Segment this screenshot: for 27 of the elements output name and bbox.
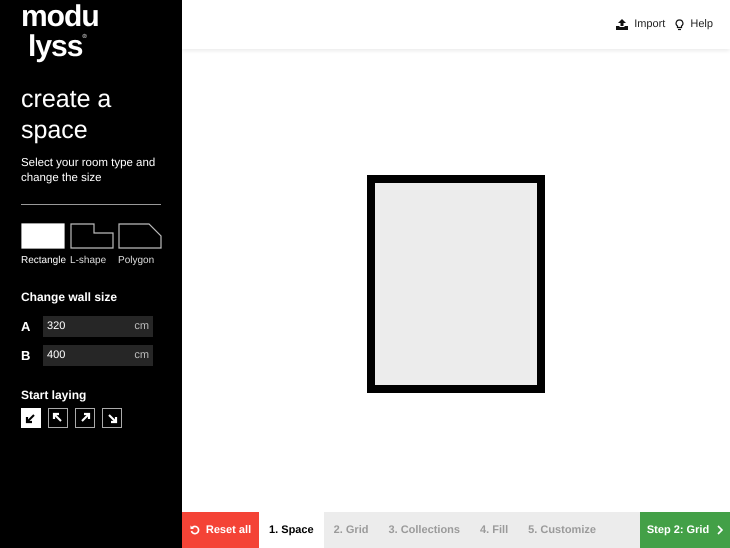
start-corner-button[interactable] <box>75 408 95 428</box>
room-shape-icon <box>118 223 162 249</box>
room-type-option[interactable]: Rectangle <box>21 223 66 268</box>
step-tab[interactable]: 1. Space <box>259 512 324 548</box>
wall-label: A <box>21 318 32 336</box>
room-type-option[interactable]: Polygon <box>118 223 162 268</box>
help-link[interactable]: Help <box>675 16 713 33</box>
start-corner-button[interactable] <box>48 408 68 428</box>
section-title: Start laying <box>21 387 88 404</box>
logo-text: lyss <box>27 32 82 62</box>
chevron-right-icon <box>717 525 724 535</box>
room-shape-icon <box>21 223 65 249</box>
lightbulb-icon <box>675 18 684 30</box>
section-title: Change wall size <box>21 289 118 306</box>
room-shape-icon <box>70 223 114 249</box>
start-corner-button[interactable] <box>102 408 122 428</box>
upload-icon <box>616 19 628 30</box>
page-heading: create a space <box>21 84 112 146</box>
intro-text: Select your room type and change the size <box>21 156 156 186</box>
reset-button[interactable]: Reset all <box>182 512 259 548</box>
wall-size-field[interactable]: 320 cm <box>43 316 153 337</box>
room-type-option[interactable]: L-shape <box>70 223 114 268</box>
wall-label: B <box>21 346 32 365</box>
logo-text: modu <box>21 2 99 32</box>
reset-icon <box>190 525 200 535</box>
wall-size-field[interactable]: 400 cm <box>43 345 153 366</box>
import-link[interactable]: Import <box>616 16 666 33</box>
